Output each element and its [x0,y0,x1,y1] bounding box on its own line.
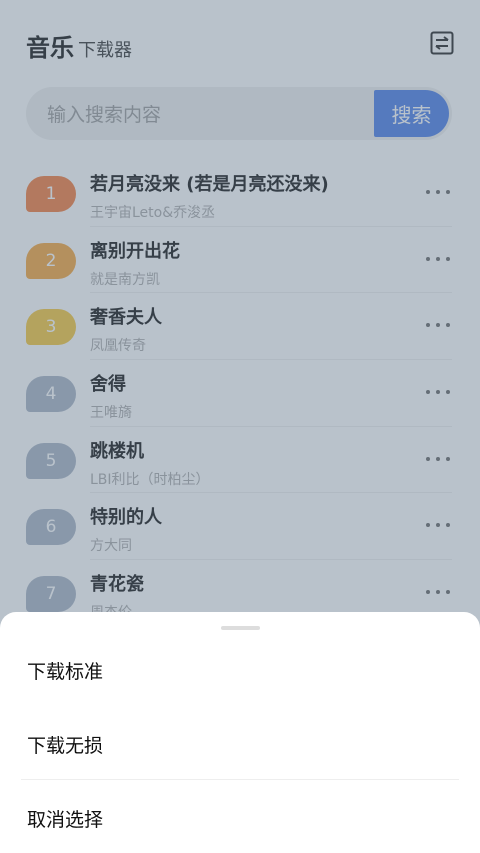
sheet-drag-handle[interactable] [221,626,260,630]
sheet-divider [21,779,459,780]
cancel-selection-option[interactable]: 取消选择 [27,805,103,832]
download-options-sheet: 下载标准 下载无损 取消选择 [0,612,480,853]
download-standard-option[interactable]: 下载标准 [27,657,103,684]
download-lossless-option[interactable]: 下载无损 [27,731,103,758]
